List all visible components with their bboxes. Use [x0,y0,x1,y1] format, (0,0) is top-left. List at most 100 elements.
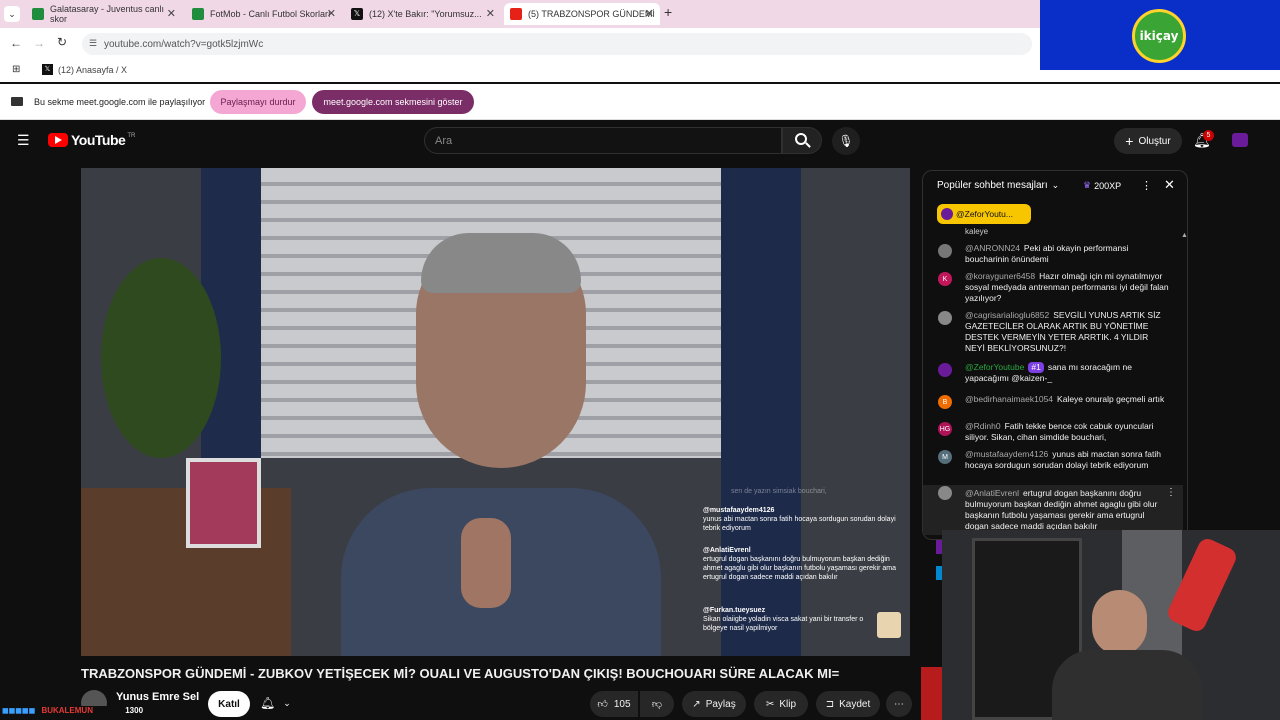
overlay-text: Sikan olaiigbe yoladin visca sakat yani … [703,616,864,632]
stream-ticker: ◼◼◼◼◼ BUKALEMUN 1300 [0,706,190,718]
search-placeholder: Ara [435,134,453,147]
pinned-avatar [941,208,953,220]
pinned-user-chip[interactable]: @ZeforYoutu... [937,204,1031,224]
browser-tab-1[interactable]: Galatasaray - Juventus canlı skor ✕ [26,3,182,25]
message-author[interactable]: @cagrisarialioglu6852 [965,310,1049,320]
share-screen-icon [11,97,23,106]
create-button[interactable]: + Oluştur [1114,128,1182,154]
create-label: Oluştur [1138,135,1171,147]
message-author[interactable]: @bedirhanaimaek1054 [965,394,1053,404]
webcam-person [1052,590,1202,720]
url-input[interactable]: ☰ youtube.com/watch?v=gotk5lzjmWc [82,33,1032,55]
avatar: M [938,450,952,464]
back-icon[interactable]: ← [10,36,22,50]
bookmark-icon: ⊐ [825,698,835,710]
search-button[interactable] [782,127,822,154]
message-author[interactable]: @ZeforYoutube [965,362,1024,372]
new-tab-icon[interactable]: + [664,4,672,20]
stop-sharing-button[interactable]: Paylaşmayı durdur [210,90,306,114]
mic-icon[interactable]: 🎙 [832,127,860,155]
avatar [938,244,952,258]
ticker-count: 1300 [125,706,144,715]
youtube-favicon-icon [510,8,522,20]
browser-tab-3[interactable]: 𝕏 (12) X'te Bakır: "Yorumsuz... ✕ [345,3,501,25]
ikicay-logo: ikiçay [1132,9,1186,63]
avatar: B [938,395,952,409]
overlay-author: @mustafaaydem4126 [703,507,775,514]
share-button[interactable]: ↗ Paylaş [682,691,746,717]
close-tab-icon[interactable]: ✕ [167,7,176,20]
x-logo-icon: 𝕏 [351,8,363,20]
tab-label: (5) TRABZONSPOR GÜNDEMİ [528,9,655,19]
youtube-logo[interactable]: YouTube TR [48,132,135,148]
subscribe-bell-dropdown[interactable]: 🔔︎ ⌄ [260,696,291,710]
overlay-faded-comment: sen de yazın simsiak bouchari, [731,488,827,495]
search-input[interactable]: Ara [424,127,782,154]
chat-mode-label: Popüler sohbet mesajları [937,180,1048,191]
account-avatar[interactable] [1232,133,1248,147]
ticker-label: BUKALEMUN [41,706,93,715]
framed-picture [186,458,261,548]
browser-tab-4-active[interactable]: (5) TRABZONSPOR GÜNDEMİ ✕ [504,3,660,25]
clip-button[interactable]: ✂ Klip [754,691,808,717]
join-button[interactable]: Katıl [208,691,250,717]
more-options-icon[interactable]: ⋮ [1141,179,1152,192]
bell-icon: 🔔︎ [260,696,276,710]
dislike-button[interactable]: 👎︎ [640,691,674,717]
menu-icon[interactable]: ☰ [17,132,30,149]
xp-label: 200XP [1094,180,1122,191]
site-info-icon[interactable]: ☰ [89,38,97,49]
close-tab-icon[interactable]: ✕ [327,7,336,20]
message-text: Kaleye onuralp geçmeli artık [1057,394,1165,404]
message-author[interactable]: @ANRONN24 [965,243,1020,253]
curtain-right [721,168,801,656]
live-chat-panel: Popüler sohbet mesajları ⌄ ♛ 200XP ⋮ ✕ @… [922,170,1188,540]
close-tab-icon[interactable]: ✕ [645,7,654,20]
overlay-chat-item: @AnlatiEvrenl ertugrul dogan başkanını d… [703,546,903,582]
crown-icon: ♛ [1083,180,1092,190]
thumbs-up-icon: 👍︎ [597,699,608,710]
tab-label: (12) X'te Bakır: "Yorumsuz... [369,9,482,19]
region-code: TR [127,133,136,139]
message-author[interactable]: @korayguner6458 [965,271,1035,281]
message-author[interactable]: @mustafaaydem4126 [965,449,1048,459]
tab-label: FotMob - Canlı Futbol Skorları [210,9,331,19]
more-actions-button[interactable]: ⋯ [886,691,912,717]
notification-count-badge: 5 [1203,130,1214,141]
plus-icon: + [1125,133,1134,149]
message-menu-icon[interactable]: ⋮ [1166,487,1176,498]
chat-message-hovered: @AnlatiEvrenl ertugrul dogan başkanını do… [923,485,1183,535]
overlay-author: @AnlatiEvrenl [703,547,751,554]
share-icon: ↗ [692,698,701,710]
message-author[interactable]: @Rdinh0 [965,421,1001,431]
plant-left [101,258,221,458]
stream-overlay-logo-box: ikiçay [1040,0,1280,70]
like-button[interactable]: 👍︎ 105 [590,691,638,717]
scissors-icon: ✂ [765,698,775,710]
share-status-text: Bu sekme meet.google.com ile paylaşılıyo… [34,97,206,107]
tab-list-chevron-icon[interactable]: ⌄ [4,6,20,22]
tab-label: Galatasaray - Juventus canlı skor [50,4,165,24]
overlay-chat-item: @Furkan.tueysuez Sikan olaiigbe yoladin … [703,606,873,633]
close-chat-icon[interactable]: ✕ [1164,177,1175,193]
avatar: HG [938,422,952,436]
clip-label: Klip [779,698,797,710]
bookmark-label: (12) Anasayfa / X [58,64,128,75]
show-meet-tab-button[interactable]: meet.google.com sekmesini göster [312,90,474,114]
reload-icon[interactable]: ↻ [57,35,67,49]
forward-icon[interactable]: → [33,36,45,50]
browser-tab-2[interactable]: FotMob - Canlı Futbol Skorları ✕ [186,3,342,25]
apps-grid-icon[interactable]: ⊞ [12,64,20,75]
browser-tab-bar: ⌄ Galatasaray - Juventus canlı skor ✕ Fo… [0,0,1040,28]
save-button[interactable]: ⊐ Kaydet [816,691,880,717]
chat-mode-dropdown[interactable]: Popüler sohbet mesajları ⌄ [937,180,1059,191]
video-player[interactable]: sen de yazın simsiak bouchari, @mustafaa… [81,168,910,656]
scroll-up-icon[interactable]: ▲ [1181,232,1187,239]
xp-badge[interactable]: ♛ 200XP [1083,180,1121,191]
close-tab-icon[interactable]: ✕ [486,7,495,20]
save-label: Kaydet [839,698,871,710]
channel-name[interactable]: Yunus Emre Sel [116,691,199,703]
bookmark-x-home[interactable]: 𝕏 (12) Anasayfa / X [42,64,127,75]
related-video-thumbnail[interactable] [921,667,942,720]
message-author[interactable]: @AnlatiEvrenl [965,488,1019,498]
